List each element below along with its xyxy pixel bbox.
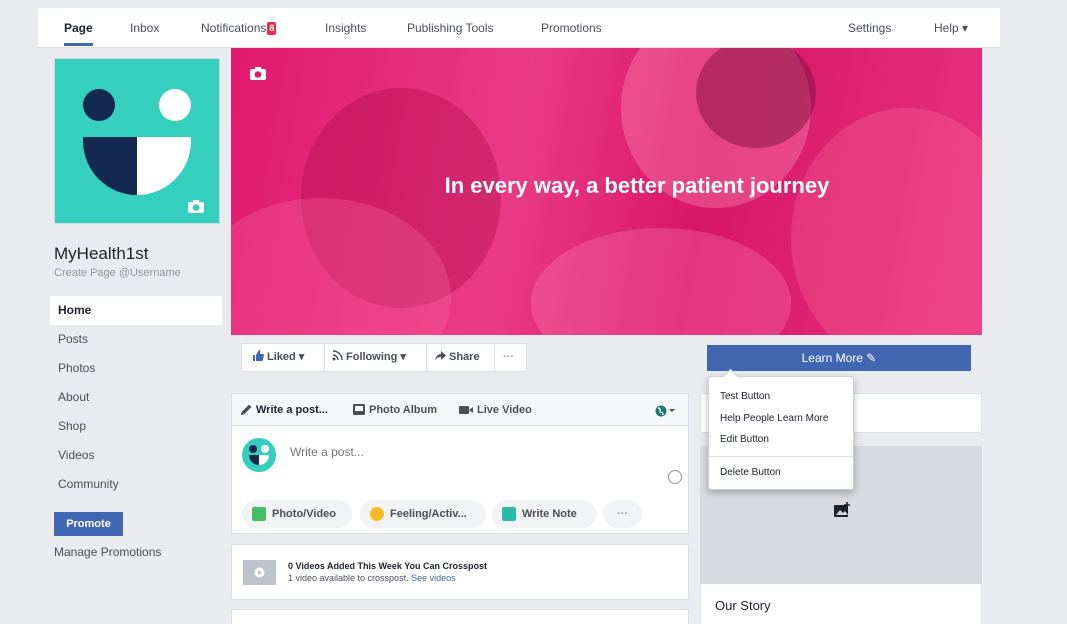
our-story-title: Our Story: [715, 598, 771, 613]
separator: [324, 344, 325, 371]
photo-icon: [252, 507, 266, 521]
see-videos-link[interactable]: See videos: [411, 573, 456, 583]
add-photo-icon[interactable]: [833, 502, 851, 518]
dropdown-test-button[interactable]: Test Button: [720, 391, 770, 402]
left-nav-posts[interactable]: Posts: [50, 325, 222, 354]
share-button[interactable]: Share: [435, 344, 480, 371]
pencil-icon: [241, 396, 252, 428]
composer-tabs: Write a post... Photo Album Live Video: [232, 394, 688, 426]
video-thumbnail: [243, 560, 276, 585]
dropdown-delete-button[interactable]: Delete Button: [720, 467, 781, 478]
liked-label: Liked ▾: [267, 351, 305, 363]
nav-tab-label: Publishing Tools: [407, 21, 494, 35]
tab-photo-album[interactable]: Photo Album: [353, 394, 437, 426]
nav-tab-page[interactable]: Page: [64, 8, 93, 48]
tab-label: Write a post...: [256, 404, 328, 416]
dropdown-edit-button[interactable]: Edit Button: [720, 434, 769, 445]
liked-button[interactable]: Liked ▾: [252, 344, 304, 371]
cover-figure-shape: [791, 108, 982, 335]
page-action-bar: Liked ▾ Following ▾ Share ···: [241, 343, 527, 372]
photo-album-icon: [353, 396, 365, 428]
thumbs-up-icon: [253, 350, 264, 361]
more-actions-button[interactable]: ···: [603, 500, 642, 528]
rss-icon: [332, 350, 343, 361]
live-video-icon: [459, 396, 473, 428]
left-nav-community[interactable]: Community: [50, 470, 222, 499]
nav-settings[interactable]: Settings: [848, 8, 891, 48]
create-username-link[interactable]: Create Page @Username: [54, 267, 181, 279]
crosspost-title: 0 Videos Added This Week You Can Crosspo…: [288, 561, 488, 571]
nav-tab-label: Notifications: [201, 21, 267, 35]
nav-tab-inbox[interactable]: Inbox: [130, 8, 159, 48]
smiley-icon: [370, 507, 384, 521]
page-top-nav: Page Inbox Notifications 8 Insights Publi…: [38, 8, 1000, 48]
crosspost-videos-card: 0 Videos Added This Week You Can Crosspo…: [231, 544, 689, 600]
photo-video-button[interactable]: Photo/Video: [242, 500, 352, 528]
cover-title: In every way, a better patient journey: [444, 173, 830, 198]
cta-button-dropdown: Test Button Help People Learn More Edit …: [708, 376, 854, 490]
share-arrow-icon: [435, 351, 446, 361]
next-feed-card: [231, 609, 689, 624]
left-nav-about[interactable]: About: [50, 383, 222, 412]
left-nav-videos[interactable]: Videos: [50, 441, 222, 470]
page-name: MyHealth1st: [54, 244, 149, 263]
following-label: Following ▾: [346, 351, 406, 363]
pill-label: Write Note: [522, 508, 577, 520]
left-nav-home[interactable]: Home: [50, 296, 222, 325]
nav-settings-label: Settings: [848, 21, 892, 35]
separator: [494, 344, 495, 371]
camera-icon[interactable]: [187, 199, 205, 214]
left-nav-photos[interactable]: Photos: [50, 354, 222, 383]
promote-button[interactable]: Promote: [54, 512, 123, 536]
post-composer: Write a post... Photo Album Live Video P…: [231, 393, 689, 534]
profile-picture[interactable]: [54, 58, 220, 224]
nav-tab-label: Page: [64, 21, 93, 35]
nav-tab-insights[interactable]: Insights: [325, 8, 366, 48]
dropdown-divider: [709, 456, 853, 457]
left-nav-shop[interactable]: Shop: [50, 412, 222, 441]
tab-live-video[interactable]: Live Video: [459, 394, 532, 426]
post-input[interactable]: [290, 445, 590, 459]
crosspost-subtitle-text: 1 video available to crosspost.: [288, 573, 409, 583]
camera-icon[interactable]: [249, 66, 267, 81]
tab-label: Live Video: [477, 404, 532, 416]
write-note-button[interactable]: Write Note: [492, 500, 597, 528]
cover-figure-shape: [531, 228, 791, 335]
learn-more-button[interactable]: Learn More ✎: [707, 345, 971, 371]
cover-photo[interactable]: In every way, a better patient journey: [231, 48, 982, 335]
nav-help-label: Help ▾: [934, 21, 969, 35]
dropdown-help-people-learn-more[interactable]: Help People Learn More: [720, 413, 828, 424]
crosspost-subtitle: 1 video available to crosspost. See vide…: [288, 573, 456, 583]
our-story-card[interactable]: Our Story: [700, 584, 982, 624]
nav-tab-notifications[interactable]: Notifications 8: [201, 8, 277, 48]
note-icon: [502, 507, 516, 521]
nav-tab-label: Insights: [325, 21, 367, 35]
globe-icon: [655, 405, 675, 417]
nav-tab-label: Promotions: [541, 21, 602, 35]
notification-badge: 8: [267, 22, 277, 35]
nav-tab-promotions[interactable]: Promotions: [541, 8, 602, 48]
tab-label: Photo Album: [369, 404, 438, 416]
share-label: Share: [449, 351, 480, 363]
avatar: [242, 438, 276, 472]
more-options-button[interactable]: ···: [503, 344, 514, 371]
manage-promotions-link[interactable]: Manage Promotions: [54, 545, 161, 559]
emoji-icon[interactable]: [668, 470, 682, 484]
feeling-activity-button[interactable]: Feeling/Activ...: [360, 500, 486, 528]
nav-tab-publishing-tools[interactable]: Publishing Tools: [407, 8, 494, 48]
tab-write-post[interactable]: Write a post...: [241, 394, 328, 426]
nav-tab-label: Inbox: [130, 21, 160, 35]
pill-label: Photo/Video: [272, 508, 336, 520]
following-button[interactable]: Following ▾: [332, 344, 406, 371]
video-icon: [254, 567, 265, 578]
pill-label: Feeling/Activ...: [390, 508, 467, 520]
page-left-nav: Home Posts Photos About Shop Videos Comm…: [50, 296, 222, 499]
separator: [426, 344, 427, 371]
nav-help[interactable]: Help ▾: [934, 8, 968, 48]
audience-selector[interactable]: [655, 404, 677, 422]
